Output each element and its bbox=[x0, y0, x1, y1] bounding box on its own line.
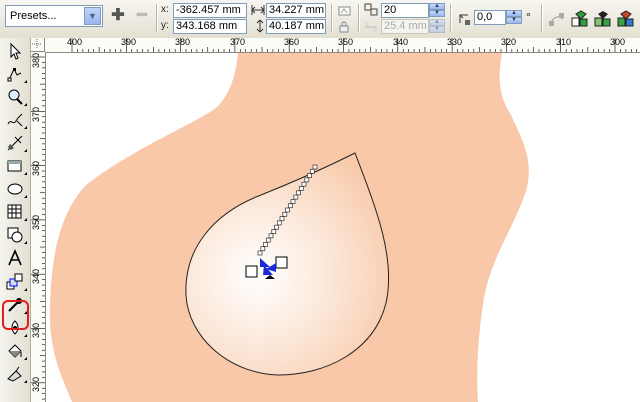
ruler-tick-label: 360 bbox=[31, 160, 41, 176]
blend-step-marker bbox=[268, 233, 274, 239]
counterclockwise-blend-icon[interactable] bbox=[617, 10, 634, 27]
remove-preset-button[interactable]: ━ bbox=[132, 6, 152, 26]
blend-step-marker bbox=[312, 164, 318, 170]
drawing-canvas[interactable] bbox=[46, 53, 640, 402]
blend-step-marker bbox=[274, 224, 279, 230]
direct-blend-icon[interactable] bbox=[571, 10, 588, 27]
presets-dropdown[interactable]: Presets... ▼ bbox=[5, 5, 103, 27]
x-label: x: bbox=[161, 4, 169, 15]
loop-blend-icon[interactable] bbox=[548, 10, 564, 26]
graph-paper-tool[interactable] bbox=[6, 203, 27, 221]
lock-icon[interactable] bbox=[337, 21, 353, 37]
ruler-tick-label: 370 bbox=[31, 106, 41, 122]
x-position-field[interactable]: -362.457 mm bbox=[173, 3, 247, 18]
ruler-tick-label: 310 bbox=[556, 38, 572, 47]
blend-steps-icon bbox=[364, 3, 380, 19]
angle-spinner[interactable]: ▲ ▼ bbox=[506, 10, 522, 25]
ruler-tick-label: 350 bbox=[31, 214, 41, 230]
ruler-tick-label: 330 bbox=[447, 38, 463, 47]
blend-step-marker bbox=[257, 250, 263, 256]
blend-steps-field[interactable]: 20 bbox=[381, 3, 429, 18]
chevron-down-icon[interactable]: ▼ bbox=[84, 7, 101, 25]
ruler-tick-label: 400 bbox=[67, 38, 83, 47]
blend-step-marker bbox=[265, 237, 271, 243]
property-bar: Presets... ▼ ✚ ━ x: y: -362.457 mm 343.1… bbox=[0, 0, 640, 39]
shape-tool[interactable] bbox=[6, 65, 27, 83]
vertical-ruler[interactable]: 380 370 360 350 340 330 320 bbox=[30, 52, 46, 402]
blend-step-marker bbox=[260, 246, 266, 252]
ruler-tick-label: 340 bbox=[393, 38, 409, 47]
separator bbox=[450, 4, 452, 32]
separator bbox=[541, 4, 543, 32]
interactive-blend-tool[interactable] bbox=[6, 273, 27, 291]
y-position-field[interactable]: 343.168 mm bbox=[173, 19, 247, 34]
separator bbox=[358, 4, 360, 32]
blend-step-marker bbox=[301, 181, 307, 187]
blend-step-marker bbox=[304, 177, 310, 183]
blend-step-marker bbox=[282, 211, 288, 217]
blend-end-handle[interactable] bbox=[275, 256, 288, 269]
ruler-origin[interactable] bbox=[30, 38, 45, 52]
y-label: y: bbox=[161, 20, 169, 31]
horizontal-ruler[interactable]: 400 390 380 370 360 350 340 330 320 310 … bbox=[45, 38, 640, 53]
ruler-tick-label: 380 bbox=[31, 52, 41, 68]
presets-label: Presets... bbox=[10, 10, 57, 22]
blend-step-marker bbox=[290, 199, 296, 204]
blend-start-handle[interactable] bbox=[245, 265, 258, 278]
height-field[interactable]: 40.187 mm bbox=[266, 19, 326, 34]
blend-step-marker bbox=[293, 194, 299, 200]
width-arrows-icon bbox=[251, 3, 267, 19]
steps-spinner[interactable]: ▲ ▼ bbox=[429, 3, 445, 18]
blend-direction-field[interactable]: 0,0 bbox=[474, 10, 506, 25]
degree-symbol: ° bbox=[526, 10, 531, 24]
blend-step-marker bbox=[307, 173, 312, 178]
basic-shapes-tool[interactable] bbox=[6, 226, 27, 244]
ellipse-tool[interactable] bbox=[6, 180, 27, 198]
add-preset-button[interactable]: ✚ bbox=[108, 6, 128, 26]
ruler-tick-label: 320 bbox=[31, 376, 41, 392]
ruler-tick-label: 300 bbox=[610, 38, 626, 47]
spacing-spinner[interactable]: ▲ ▼ bbox=[429, 19, 445, 34]
blend-step-marker bbox=[285, 207, 290, 213]
width-field[interactable]: 34.227 mm bbox=[266, 3, 326, 18]
pick-tool[interactable] bbox=[6, 42, 24, 60]
blend-step-marker bbox=[279, 216, 285, 221]
blend-step-marker bbox=[276, 220, 282, 226]
rectangle-tool[interactable] bbox=[6, 157, 27, 175]
zoom-tool[interactable] bbox=[6, 88, 27, 106]
blend-step-marker bbox=[296, 190, 301, 196]
ruler-tick-label: 390 bbox=[121, 38, 137, 47]
blend-step-marker bbox=[298, 186, 304, 191]
ruler-tick-label: 340 bbox=[31, 268, 41, 284]
clockwise-blend-icon[interactable] bbox=[594, 10, 611, 27]
fill-tool[interactable] bbox=[6, 342, 27, 360]
blend-step-marker bbox=[309, 168, 315, 174]
blend-step-marker bbox=[263, 242, 268, 247]
interactive-fill-tool[interactable] bbox=[6, 365, 27, 383]
ruler-tick-label: 360 bbox=[284, 38, 300, 47]
blend-spacing-field[interactable]: 25.4 mm bbox=[381, 19, 429, 34]
blend-object-icon[interactable] bbox=[337, 4, 353, 20]
freehand-tool[interactable] bbox=[6, 111, 27, 129]
ruler-tick-label: 380 bbox=[175, 38, 191, 47]
blend-direction-icon bbox=[456, 11, 472, 27]
blend-step-marker bbox=[271, 229, 277, 234]
separator bbox=[156, 4, 158, 32]
ruler-tick-label: 330 bbox=[31, 322, 41, 338]
ruler-tick-label: 370 bbox=[230, 38, 246, 47]
toolbox bbox=[0, 38, 31, 402]
ruler-tick-label: 350 bbox=[338, 38, 354, 47]
blend-spacing-icon bbox=[364, 20, 380, 36]
separator bbox=[331, 4, 333, 32]
highlight-ring bbox=[2, 300, 29, 330]
blend-step-marker bbox=[287, 203, 293, 209]
ruler-tick-label: 320 bbox=[501, 38, 517, 47]
text-tool[interactable] bbox=[6, 249, 24, 267]
smart-fill-tool[interactable] bbox=[6, 134, 27, 152]
